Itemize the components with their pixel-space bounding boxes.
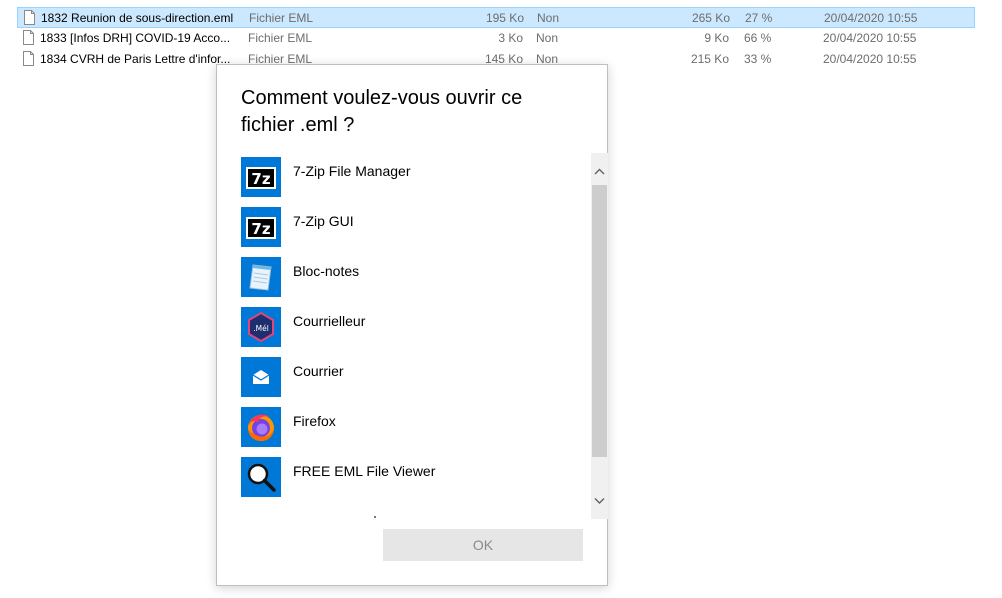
file-packed-size: 215 Ko <box>690 52 729 66</box>
dialog-title: Comment voulez-vous ouvrir ce fichier .e… <box>241 85 561 139</box>
file-protected: Non <box>536 31 559 45</box>
sevenzip-icon: 7z <box>241 207 281 247</box>
scroll-up-icon[interactable] <box>591 163 608 180</box>
app-list: 7z 7-Zip File Manager 7z 7-Zip GUI Bloc-… <box>241 153 593 519</box>
magnifier-icon <box>241 457 281 497</box>
file-name: 1832 Reunion de sous-direction.eml <box>41 11 234 25</box>
file-name: 1834 CVRH de Paris Lettre d'infor... <box>40 52 231 66</box>
file-protected: Non <box>537 11 560 25</box>
file-ratio: 66 % <box>744 31 772 45</box>
open-with-dialog: Comment voulez-vous ouvrir ce fichier .e… <box>216 64 608 586</box>
file-size: 3 Ko <box>498 31 523 45</box>
app-item-7zip-file-manager[interactable]: 7z 7-Zip File Manager <box>241 157 587 201</box>
file-date: 20/04/2020 10:55 <box>823 31 917 45</box>
document-icon <box>23 51 34 66</box>
dialog-title-line1: Comment voulez-vous ouvrir ce <box>241 87 523 109</box>
file-name: 1833 [Infos DRH] COVID-19 Acco... <box>40 31 231 45</box>
app-list-scrollbar[interactable] <box>591 153 608 519</box>
app-label: Courrielleur <box>293 313 366 329</box>
svg-text:7z: 7z <box>251 170 270 188</box>
scroll-down-icon[interactable] <box>591 492 608 509</box>
firefox-icon <box>241 407 281 447</box>
app-item-free-eml-file-viewer[interactable]: FREE EML File Viewer <box>241 457 587 501</box>
app-label: Bloc-notes <box>293 263 360 279</box>
document-icon <box>24 10 35 25</box>
scroll-thumb[interactable] <box>592 185 607 457</box>
dialog-title-line2: fichier .eml ? <box>241 114 355 136</box>
app-label: Firefox <box>293 413 336 429</box>
sevenzip-icon: 7z <box>241 157 281 197</box>
file-date: 20/04/2020 10:55 <box>823 52 917 66</box>
file-type: Fichier EML <box>249 11 314 25</box>
ok-button[interactable]: OK <box>383 529 583 561</box>
mail-envelope-icon <box>241 357 281 397</box>
divider-dot <box>374 516 376 518</box>
file-date: 20/04/2020 10:55 <box>824 11 918 25</box>
file-packed-size: 9 Ko <box>704 31 729 45</box>
app-item-courrielleur[interactable]: .Mél Courrielleur <box>241 307 587 351</box>
file-ratio: 33 % <box>744 52 772 66</box>
app-label: 7-Zip File Manager <box>293 163 411 179</box>
app-item-7zip-gui[interactable]: 7z 7-Zip GUI <box>241 207 587 251</box>
file-packed-size: 265 Ko <box>691 11 730 25</box>
file-type: Fichier EML <box>248 31 313 45</box>
file-ratio: 27 % <box>745 11 773 25</box>
document-icon <box>23 30 34 45</box>
app-item-courrier[interactable]: Courrier <box>241 357 587 401</box>
svg-text:7z: 7z <box>251 220 270 238</box>
svg-text:.Mél: .Mél <box>253 324 269 333</box>
file-row[interactable]: 1832 Reunion de sous-direction.eml Fichi… <box>17 7 975 28</box>
app-label: 7-Zip GUI <box>293 213 354 229</box>
app-label: FREE EML File Viewer <box>293 463 436 479</box>
app-item-bloc-notes[interactable]: Bloc-notes <box>241 257 587 301</box>
file-size: 195 Ko <box>485 11 524 25</box>
file-row[interactable]: 1833 [Infos DRH] COVID-19 Acco... Fichie… <box>17 28 975 49</box>
app-item-firefox[interactable]: Firefox <box>241 407 587 451</box>
app-label: Courrier <box>293 363 344 379</box>
courrielleur-mel-icon: .Mél <box>241 307 281 347</box>
notepad-icon <box>241 257 281 297</box>
